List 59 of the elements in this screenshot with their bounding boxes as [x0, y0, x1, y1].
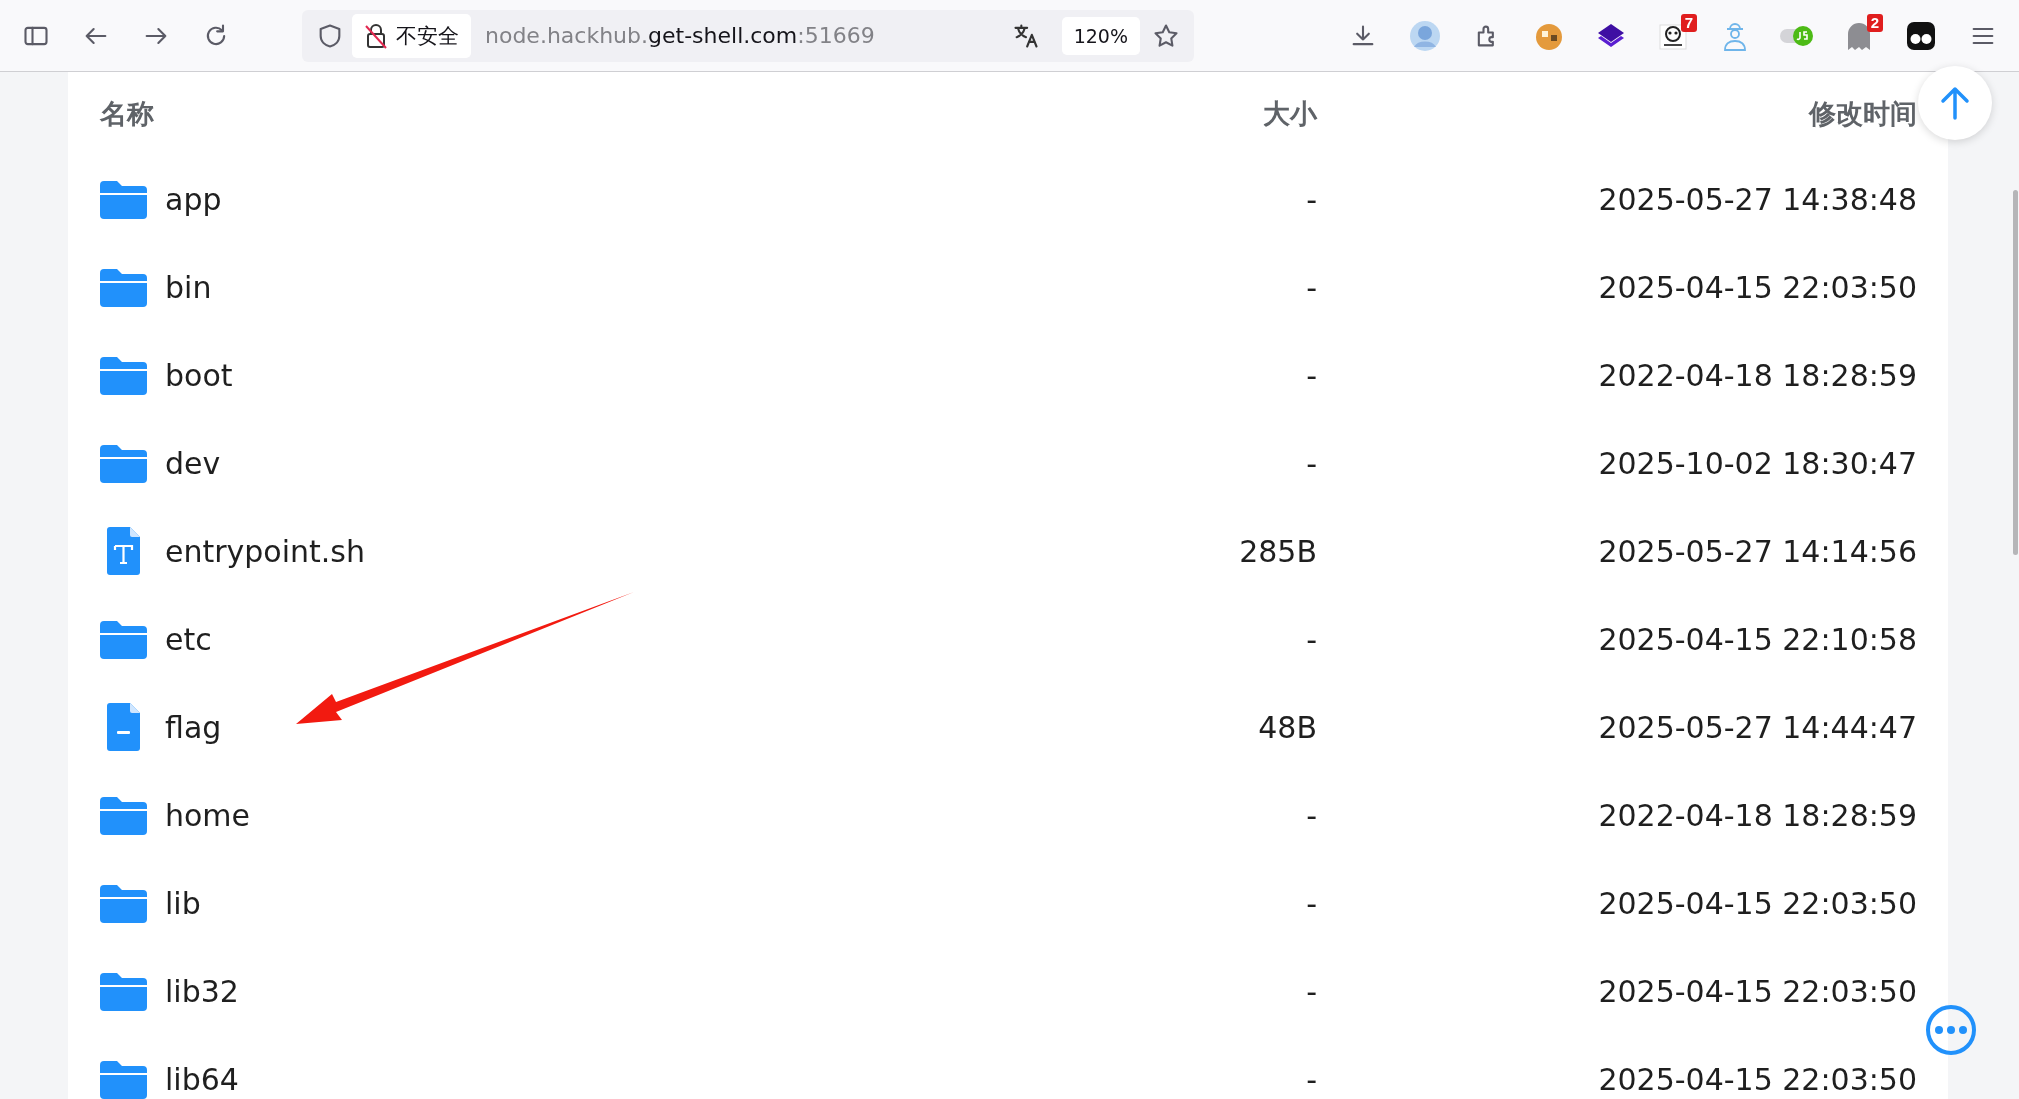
lock-slash-icon [364, 21, 388, 50]
toggle-icon [1779, 23, 1815, 48]
file-name-link[interactable]: app [165, 181, 222, 217]
file-name-link[interactable]: boot [165, 357, 233, 393]
file-size: 48B [1258, 709, 1317, 745]
file-size: - [1306, 973, 1317, 1009]
modified-time: 2025-10-02 18:30:47 [1598, 445, 1917, 481]
security-indicator[interactable]: 不安全 [352, 13, 471, 58]
file-size: - [1306, 797, 1317, 833]
file-name-link[interactable]: dev [165, 445, 221, 481]
folder-icon [100, 355, 147, 395]
file-size: - [1306, 445, 1317, 481]
modified-time: 2025-04-15 22:03:50 [1598, 885, 1917, 921]
file-name-link[interactable]: lib32 [165, 973, 239, 1009]
file-name-link[interactable]: entrypoint.sh [165, 533, 365, 569]
extension-button[interactable]: 2 [1837, 13, 1881, 58]
file-name-link[interactable]: lib [165, 885, 201, 921]
modified-time: 2022-04-18 18:28:59 [1598, 797, 1917, 833]
scrollbar-thumb[interactable] [2013, 190, 2018, 555]
file-size: 285B [1239, 533, 1317, 569]
file-size: - [1306, 357, 1317, 393]
modified-time: 2025-05-27 14:14:56 [1598, 533, 1917, 569]
file-name-link[interactable]: flag [165, 709, 222, 745]
file-size: - [1306, 181, 1317, 217]
file-size: - [1306, 621, 1317, 657]
modified-time: 2025-04-15 22:03:50 [1598, 269, 1917, 305]
modified-time: 2025-05-27 14:44:47 [1598, 709, 1917, 745]
file-name-link[interactable]: lib64 [165, 1061, 239, 1097]
folder-icon [100, 443, 147, 483]
folder-icon [100, 619, 147, 659]
folder-icon [100, 795, 147, 835]
zoom-level-button[interactable]: 120% [1061, 16, 1140, 55]
folder-icon [100, 971, 147, 1011]
folder-icon [100, 267, 147, 307]
file-name-link[interactable]: bin [165, 269, 212, 305]
more-button[interactable] [1926, 1005, 1976, 1055]
url-text: node.hackhub.get-shell.com:51669 [485, 23, 876, 48]
column-header: 修改时间 [1809, 96, 1917, 131]
file-size: - [1306, 885, 1317, 921]
file-size: - [1306, 269, 1317, 305]
folder-icon [100, 883, 147, 923]
modified-time: 2022-04-18 18:28:59 [1598, 357, 1917, 393]
file-name-link[interactable]: home [165, 797, 251, 833]
folder-icon [100, 1059, 147, 1099]
up-arrow-icon [1940, 86, 1970, 120]
file-name-link[interactable]: etc [165, 621, 212, 657]
notification-badge: 7 [1680, 13, 1697, 32]
modified-time: 2025-04-15 22:03:50 [1598, 1061, 1917, 1097]
folder-icon [100, 179, 147, 219]
address-bar[interactable]: 不安全 node.hackhub.get-shell.com:51669 120% [302, 9, 1194, 62]
notification-badge: 2 [1866, 13, 1883, 32]
column-header: 大小 [1263, 96, 1317, 131]
avatar-icon [1409, 19, 1441, 52]
extension-button[interactable]: 7 [1651, 13, 1695, 58]
column-header: 名称 [100, 96, 155, 131]
file-size: - [1306, 1061, 1317, 1097]
modified-time: 2025-05-27 14:38:48 [1598, 181, 1917, 217]
modified-time: 2025-04-15 22:03:50 [1598, 973, 1917, 1009]
modified-time: 2025-04-15 22:10:58 [1598, 621, 1917, 657]
